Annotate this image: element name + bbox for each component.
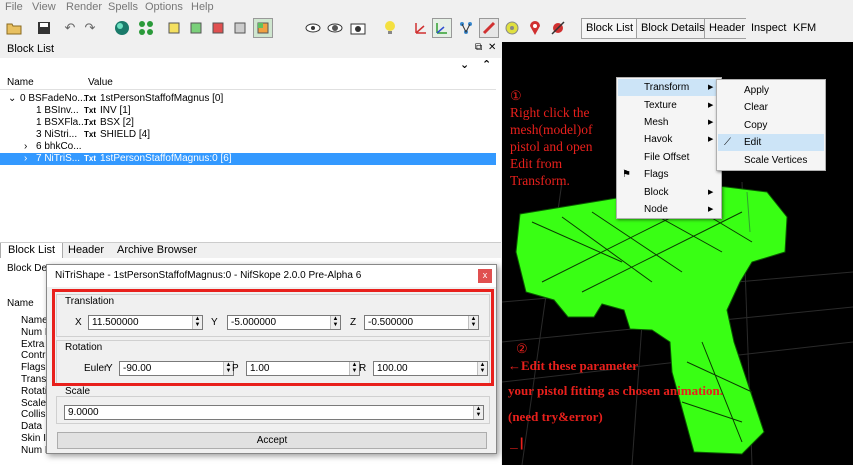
float-icon[interactable]: ⧉ — [475, 42, 482, 53]
collapse-all-icon[interactable]: ⌄ — [460, 58, 469, 71]
tab-block-details[interactable]: Block Details — [636, 18, 710, 39]
tab-kfm[interactable]: KFM — [788, 18, 822, 39]
annotation-instruction-4: (need try&error) — [508, 409, 603, 424]
target-icon[interactable] — [502, 18, 522, 38]
scale-group: 9.0000 ▲ ▼ — [56, 396, 490, 424]
edit-icon: ⟋ — [724, 137, 731, 148]
bone-icon[interactable] — [479, 18, 499, 38]
block-list-title: Block List — [7, 43, 55, 55]
eye-icon[interactable] — [303, 18, 323, 38]
annotation-instruction-1: Right click the mesh(model)of pistol and o… — [510, 105, 593, 188]
collision-icon[interactable] — [548, 18, 568, 38]
menu-item-flags[interactable]: ⚑ Flags — [618, 166, 720, 183]
block-list-columns: Name Value — [0, 74, 496, 90]
submenu-scale-vertices[interactable]: Scale Vertices — [718, 152, 824, 169]
transform-dialog: NiTriShape - 1stPersonStaffofMagnus:0 - … — [46, 264, 497, 454]
tree-row[interactable]: 1 BSInv... Txt INV [1] — [0, 105, 496, 117]
axes-green-icon[interactable] — [432, 18, 452, 38]
annotation-number-2: ② — [516, 341, 528, 356]
column-value[interactable]: Value — [88, 77, 113, 88]
camera-icon[interactable] — [348, 18, 368, 38]
dialog-titlebar: NiTriShape - 1stPersonStaffofMagnus:0 - … — [47, 265, 496, 287]
annotation-number-1: ① — [510, 88, 522, 103]
tab-block-list[interactable]: Block List — [581, 18, 639, 39]
tree-row[interactable]: 3 NiStri... Txt SHIELD [4] — [0, 129, 496, 141]
tab-header-bottom[interactable]: Header — [68, 244, 104, 256]
menu-file[interactable]: File — [5, 1, 23, 13]
column-name[interactable]: Name — [7, 77, 34, 88]
tab-header[interactable]: Header — [704, 18, 751, 39]
close-button[interactable]: x — [478, 269, 492, 283]
cube-red-icon[interactable] — [208, 18, 228, 38]
submenu-clear[interactable]: Clear — [718, 99, 824, 116]
tab-inspect[interactable]: Inspect — [746, 18, 792, 39]
scale-input[interactable]: 9.0000 ▲ ▼ — [64, 405, 484, 420]
annotation-instruction-2: ←Edit these parameter — [508, 358, 638, 373]
light-bulb-icon[interactable] — [380, 18, 400, 38]
highlight-box — [52, 289, 494, 386]
menu-help[interactable]: Help — [191, 1, 214, 13]
marker-icon[interactable] — [525, 18, 545, 38]
menu-item-file-offset[interactable]: File Offset — [618, 149, 720, 166]
open-folder-icon[interactable] — [4, 18, 24, 38]
eye-shaded-icon[interactable] — [325, 18, 345, 38]
menu-render[interactable]: Render — [66, 1, 102, 13]
tree-row[interactable]: › 6 bhkCo... — [0, 141, 496, 153]
flag-icon: ⚑ — [622, 169, 631, 180]
accept-button[interactable]: Accept — [57, 432, 487, 449]
tree-row-selected[interactable]: › 7 NiTriS... Txt 1stPersonStaffofMagnus:0 … — [0, 153, 496, 165]
menu-item-havok[interactable]: Havok ▶ — [618, 131, 720, 148]
block-list-header: Block List ⧉ ✕ — [0, 42, 501, 58]
cube-color-icon[interactable] — [253, 18, 273, 38]
redo-icon[interactable]: ↷ — [80, 18, 100, 38]
3d-viewport[interactable]: ① Right click the mesh(model)of pistol and… — [502, 42, 853, 465]
annotation-mark: _| — [510, 436, 526, 451]
submenu-copy[interactable]: Copy — [718, 117, 824, 134]
undo-icon[interactable]: ↶ — [60, 18, 80, 38]
cube-green-icon[interactable] — [186, 18, 206, 38]
menu-view[interactable]: View — [32, 1, 56, 13]
menu-item-mesh[interactable]: Mesh ▶ — [618, 114, 720, 131]
nodes-icon[interactable] — [456, 18, 476, 38]
menu-item-transform[interactable]: Transform ▶ — [618, 79, 720, 96]
save-icon[interactable] — [34, 18, 54, 38]
menu-item-texture[interactable]: Texture ▶ — [618, 97, 720, 114]
menu-options[interactable]: Options — [145, 1, 183, 13]
context-menu: Transform ▶ Texture ▶ Mesh ▶ Havok ▶ File Of… — [616, 77, 722, 219]
menu-item-node[interactable]: Node ▶ — [618, 201, 720, 218]
cube-yellow-icon[interactable] — [164, 18, 184, 38]
toolbar: ↶ ↷ Block List Block Details Header Insp… — [0, 14, 853, 42]
annotation-instruction-3: your pistol fitting as chosen animation. — [508, 383, 724, 398]
menu-item-block[interactable]: Block ▶ — [618, 184, 720, 201]
submenu-edit[interactable]: ⟋ Edit — [718, 134, 824, 151]
tree-row[interactable]: 1 BSXFla... Txt BSX [2] — [0, 117, 496, 129]
axes-icon[interactable] — [411, 18, 431, 38]
transform-submenu: Apply Clear Copy ⟋ Edit Scale Vertices — [716, 79, 826, 171]
bottom-tab-bar: Block List Header Archive Browser — [0, 242, 501, 259]
menu-spells[interactable]: Spells — [108, 1, 138, 13]
block-tree: ⌄ 0 BSFadeNo... Txt 1stPersonStaffofMagnus … — [0, 93, 496, 173]
submenu-apply[interactable]: Apply — [718, 82, 824, 99]
details-column-name: Name — [7, 298, 34, 309]
tree-row[interactable]: ⌄ 0 BSFadeNo... Txt 1stPersonStaffofMagnus … — [0, 93, 496, 105]
dialog-title: NiTriShape - 1stPersonStaffofMagnus:0 - … — [55, 270, 362, 281]
menu-bar: File View Render Spells Options Help — [0, 0, 853, 14]
tab-archive-browser[interactable]: Archive Browser — [117, 244, 197, 256]
expand-all-icon[interactable]: ⌃ — [482, 58, 491, 71]
sphere-icon[interactable] — [112, 18, 132, 38]
close-panel-icon[interactable]: ✕ — [488, 42, 496, 53]
tab-block-list-bottom[interactable]: Block List — [0, 243, 64, 259]
cube-gray-icon[interactable] — [230, 18, 250, 38]
dots-icon[interactable] — [136, 18, 156, 38]
